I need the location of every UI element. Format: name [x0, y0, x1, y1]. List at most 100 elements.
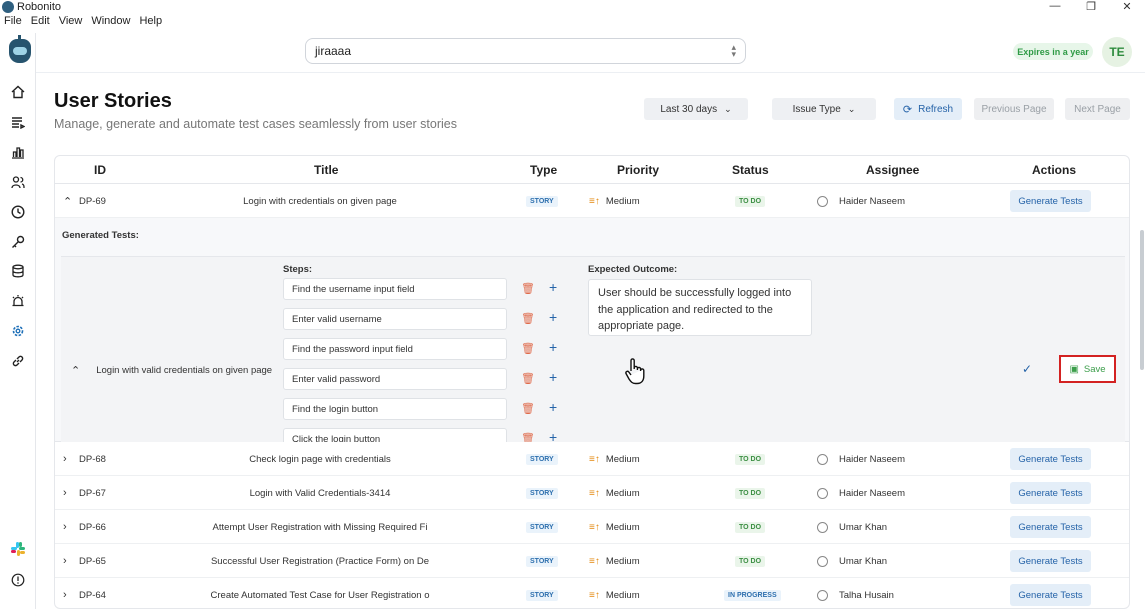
menu-file[interactable]: File: [0, 15, 27, 31]
generated-test-card: ⌃ Login with valid credentials on given …: [61, 256, 1125, 442]
expected-outcome-field[interactable]: User should be successfully logged into …: [588, 279, 812, 336]
test-case-title-row[interactable]: ⌃ Login with valid credentials on given …: [71, 364, 272, 377]
issue-type-dropdown[interactable]: Issue Type ⌄: [772, 98, 876, 120]
trash-icon[interactable]: 🗑: [521, 402, 535, 415]
menu-help[interactable]: Help: [135, 15, 167, 31]
chevron-right-icon[interactable]: ›: [63, 578, 67, 608]
plus-icon[interactable]: +: [549, 429, 557, 442]
priority-medium-icon: ≡↑: [589, 453, 600, 465]
plus-icon[interactable]: +: [549, 399, 557, 415]
step-input[interactable]: Click the login button: [283, 428, 507, 442]
table-row[interactable]: › DP-65 Successful User Registration (Pr…: [55, 544, 1129, 578]
story-id: DP-66: [79, 521, 106, 533]
generate-tests-button[interactable]: Generate Tests: [1010, 584, 1091, 606]
project-select[interactable]: jiraaaa ▴ ▾: [305, 38, 746, 64]
story-id: DP-65: [79, 555, 106, 567]
generate-tests-button[interactable]: Generate Tests: [1010, 516, 1091, 538]
table-row[interactable]: › DP-67 Login with Valid Credentials-341…: [55, 476, 1129, 510]
bar-chart-icon[interactable]: [9, 143, 27, 161]
table-row[interactable]: › DP-64 Create Automated Test Case for U…: [55, 578, 1129, 608]
type-badge: STORY: [526, 487, 558, 499]
plus-icon[interactable]: +: [549, 339, 557, 355]
chevron-right-icon[interactable]: ›: [63, 476, 67, 510]
step-input[interactable]: Find the password input field: [283, 338, 507, 360]
menu-view[interactable]: View: [55, 15, 88, 31]
table-row[interactable]: › DP-68 Check login page with credential…: [55, 442, 1129, 476]
user-avatar[interactable]: TE: [1102, 37, 1132, 67]
chevron-right-icon[interactable]: ›: [63, 442, 67, 476]
step-input[interactable]: Enter valid password: [283, 368, 507, 390]
integration-link-icon[interactable]: [9, 352, 27, 370]
issue-type-label: Issue Type: [792, 103, 841, 115]
next-page-button[interactable]: Next Page: [1065, 98, 1130, 120]
maximize-button[interactable]: ❐: [1073, 0, 1109, 13]
generate-tests-button[interactable]: Generate Tests: [1010, 448, 1091, 470]
key-icon[interactable]: [9, 233, 27, 251]
chevron-right-icon[interactable]: ›: [63, 510, 67, 544]
help-icon[interactable]: [9, 571, 27, 589]
ai-settings-icon[interactable]: [9, 322, 27, 340]
chevron-up-icon[interactable]: ⌃: [71, 364, 80, 377]
trash-icon[interactable]: 🗑: [521, 312, 535, 325]
trash-icon[interactable]: 🗑: [521, 342, 535, 355]
list-icon[interactable]: [9, 113, 27, 131]
alarm-icon[interactable]: [9, 292, 27, 310]
table-header: ID Title Type Priority Status Assignee A…: [55, 156, 1129, 184]
status-badge: TO DO: [735, 555, 766, 567]
slack-icon[interactable]: [9, 540, 27, 558]
database-icon[interactable]: [9, 262, 27, 280]
priority-label: Medium: [605, 589, 640, 601]
priority-medium-icon: ≡↑: [589, 487, 600, 499]
assignee-name: Haider Naseem: [839, 453, 905, 465]
refresh-button[interactable]: ⟳ Refresh: [894, 98, 962, 120]
generate-tests-button[interactable]: Generate Tests: [1010, 190, 1091, 212]
story-title: Login with Valid Credentials-3414: [249, 487, 391, 499]
trash-icon[interactable]: 🗑: [521, 372, 535, 385]
check-icon[interactable]: ✓: [1022, 362, 1032, 376]
user-stories-table: ID Title Type Priority Status Assignee A…: [54, 155, 1130, 609]
step-input[interactable]: Enter valid username: [283, 308, 507, 330]
table-row[interactable]: ⌃ DP-69 Login with credentials on given …: [55, 184, 1129, 218]
priority-label: Medium: [605, 453, 640, 465]
plus-icon[interactable]: +: [549, 369, 557, 385]
chevron-right-icon[interactable]: ›: [63, 544, 67, 578]
generate-tests-button[interactable]: Generate Tests: [1010, 482, 1091, 504]
project-select-value: jiraaaa: [315, 44, 352, 58]
priority-medium-icon: ≡↑: [589, 589, 600, 601]
save-button[interactable]: ▣ Save: [1059, 355, 1116, 383]
menu-edit[interactable]: Edit: [27, 15, 55, 31]
page-title: User Stories: [54, 90, 172, 112]
step-input[interactable]: Find the login button: [283, 398, 507, 420]
date-filter-dropdown[interactable]: Last 30 days ⌄: [644, 98, 748, 120]
assignee-name: Haider Naseem: [839, 195, 905, 207]
minimize-button[interactable]: —: [1037, 0, 1073, 13]
plus-icon[interactable]: +: [549, 309, 557, 325]
previous-page-button[interactable]: Previous Page: [974, 98, 1054, 120]
refresh-icon: ⟳: [902, 103, 913, 116]
chevron-up-icon[interactable]: ⌃: [63, 184, 72, 218]
scrollbar-thumb[interactable]: [1140, 230, 1144, 370]
menu-window[interactable]: Window: [87, 15, 135, 31]
status-badge: TO DO: [735, 487, 766, 499]
assignee-name: Umar Khan: [839, 555, 888, 567]
user-icon: [817, 589, 828, 601]
close-button[interactable]: ✕: [1109, 0, 1145, 13]
priority-medium-icon: ≡↑: [589, 555, 600, 567]
home-icon[interactable]: [9, 83, 27, 101]
test-case-title: Login with valid credentials on given pa…: [96, 365, 273, 376]
clock-icon[interactable]: [9, 203, 27, 221]
plus-icon[interactable]: +: [549, 279, 557, 295]
trash-icon[interactable]: 🗑: [521, 282, 535, 295]
robonito-app-icon: [2, 1, 14, 13]
trash-icon[interactable]: 🗑: [521, 432, 535, 442]
type-badge: STORY: [526, 589, 558, 601]
save-label: Save: [1083, 363, 1106, 375]
story-title: Create Automated Test Case for User Regi…: [210, 589, 430, 601]
table-row[interactable]: › DP-66 Attempt User Registration with M…: [55, 510, 1129, 544]
generate-tests-button[interactable]: Generate Tests: [1010, 550, 1091, 572]
user-icon: [817, 555, 828, 567]
users-icon[interactable]: [9, 173, 27, 191]
priority-medium-icon: ≡↑: [589, 195, 600, 207]
step-input[interactable]: Find the username input field: [283, 278, 507, 300]
sidebar: [0, 33, 36, 609]
